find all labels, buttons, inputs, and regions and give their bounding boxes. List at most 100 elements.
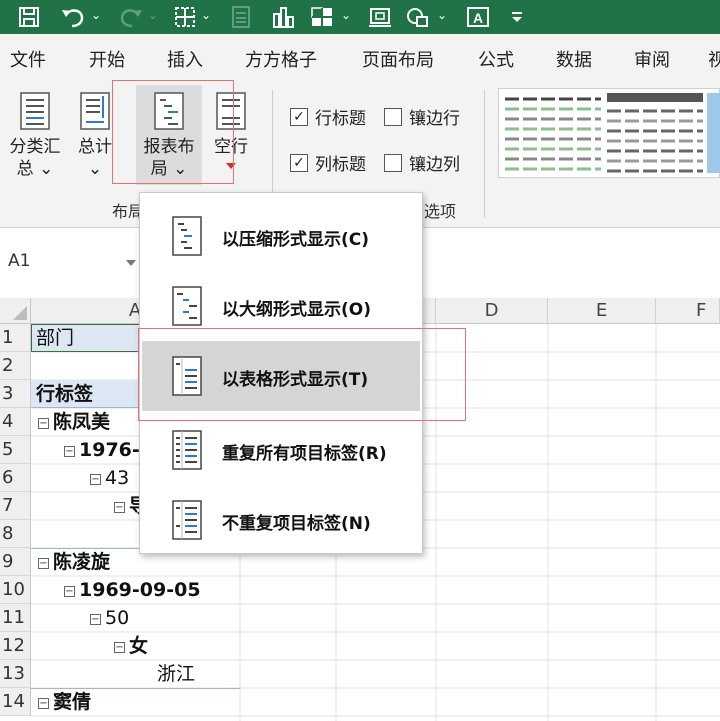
menu-item-repeat-labels[interactable]: 重复所有项目标签(R) — [142, 415, 420, 485]
row-headers-label: 行标题 — [315, 109, 366, 129]
row-header-5[interactable]: 5 — [0, 436, 31, 464]
banded-rows-checkbox[interactable]: 镶边行 — [384, 104, 460, 129]
menu-item-label: 以大纲形式显示(O) — [222, 300, 371, 320]
cell-birthdate[interactable]: −1976- — [64, 436, 140, 464]
cell-employee-text: 陈凤美 — [53, 411, 111, 433]
menu-item-label: 不重复项目标签(N) — [222, 514, 371, 534]
row-headers-checkbox[interactable]: ✓ 行标题 — [290, 104, 366, 129]
name-box[interactable]: A1 — [0, 248, 140, 276]
row-header-13[interactable]: 13 — [0, 660, 31, 688]
cell-age-text: 43 — [105, 467, 130, 489]
row-10-label: 10 — [2, 579, 25, 600]
row-header-12[interactable]: 12 — [0, 632, 31, 660]
style-thumbnail[interactable] — [607, 93, 703, 173]
row-header-11[interactable]: 11 — [0, 604, 31, 632]
tab-home[interactable]: 开始 — [89, 46, 125, 72]
subtotals-button[interactable]: 分类汇 总 ⌄ — [4, 92, 66, 180]
cell-employee[interactable]: − 陈凤美 — [38, 408, 110, 436]
table-dropdown-icon[interactable]: ⌄ — [341, 8, 351, 22]
collapse-icon[interactable]: − — [90, 474, 101, 485]
borders-dropdown-icon[interactable]: ⌄ — [201, 8, 211, 22]
options-group-label: 选项 — [424, 202, 457, 221]
calculator-icon — [228, 4, 254, 30]
cell-birthdate[interactable]: −1969-09-05 — [64, 576, 201, 604]
cell-employee-text: 陈凌旋 — [53, 551, 111, 573]
row-header-4[interactable]: 4 — [0, 408, 31, 436]
style-thumbnail[interactable] — [505, 93, 601, 173]
customize-toolbar-icon[interactable] — [506, 4, 528, 30]
menu-item-compact-form[interactable]: 以压缩形式显示(C) — [142, 201, 420, 271]
row-header-3[interactable]: 3 — [0, 380, 31, 408]
collapse-icon[interactable]: − — [64, 586, 75, 597]
column-headers-checkbox[interactable]: ✓ 列标题 — [290, 150, 366, 175]
cell-birthdate-text: 1969-09-05 — [79, 579, 201, 601]
row-header-8[interactable]: 8 — [0, 520, 31, 548]
cell-age[interactable]: −50 — [90, 604, 129, 632]
row-8-label: 8 — [2, 523, 14, 544]
row-3-label: 3 — [2, 383, 14, 404]
screenshot-icon[interactable] — [366, 4, 394, 30]
row-header-2[interactable]: 2 — [0, 352, 31, 380]
tab-data[interactable]: 数据 — [556, 46, 592, 72]
column-headers-check-icon: ✓ — [290, 153, 308, 172]
column-headers-label: 列标题 — [315, 155, 366, 175]
row-header-14[interactable]: 14 — [0, 688, 31, 716]
save-icon[interactable] — [16, 4, 42, 30]
collapse-icon[interactable]: − — [114, 642, 125, 653]
undo-dropdown-icon[interactable]: ⌄ — [91, 8, 101, 22]
cell-department[interactable]: 部门 — [36, 324, 74, 352]
row-header-10[interactable]: 10 — [0, 576, 31, 604]
annotation-highlight-report-layout — [112, 80, 234, 184]
pivot-styles-gallery — [498, 88, 720, 178]
row-header-7[interactable]: 7 — [0, 492, 31, 520]
row-9-label: 9 — [2, 551, 14, 572]
name-box-dropdown-icon[interactable] — [125, 259, 137, 267]
row-12-label: 12 — [2, 635, 25, 656]
collapse-icon[interactable]: − — [114, 502, 125, 513]
menu-item-label: 以压缩形式显示(C) — [222, 230, 370, 250]
tab-fangfang-grid[interactable]: 方方格子 — [245, 46, 317, 72]
subtotals-label-1: 分类汇 — [9, 137, 61, 157]
banded-rows-box — [384, 107, 402, 126]
tab-formulas[interactable]: 公式 — [478, 46, 514, 72]
formula-input[interactable] — [424, 250, 720, 276]
tab-review[interactable]: 审阅 — [634, 46, 670, 72]
tab-insert[interactable]: 插入 — [167, 46, 203, 72]
undo-icon[interactable] — [58, 4, 88, 30]
text-box-icon[interactable]: A — [464, 4, 492, 30]
row-14-label: 14 — [2, 691, 25, 712]
tab-view[interactable]: 视 — [708, 46, 720, 72]
name-box-value: A1 — [8, 251, 31, 271]
compact-form-icon — [172, 216, 202, 256]
chart-icon[interactable] — [270, 4, 298, 30]
row-header-1[interactable]: 1 — [0, 324, 31, 352]
cell-gender[interactable]: − 女 — [114, 632, 148, 660]
row-2-label: 2 — [2, 355, 14, 376]
tab-page-layout[interactable]: 页面布局 — [362, 46, 434, 72]
cell-province[interactable]: 浙江 — [157, 660, 195, 688]
menu-item-no-repeat-labels[interactable]: 不重复项目标签(N) — [142, 485, 420, 555]
tab-file[interactable]: 文件 — [10, 46, 46, 72]
cell-employee[interactable]: − 窦倩 — [38, 688, 91, 716]
style-thumbnail-partial[interactable] — [707, 93, 720, 173]
cell-age-text: 50 — [105, 607, 130, 629]
collapse-icon[interactable]: − — [38, 558, 49, 569]
shapes-icon[interactable] — [404, 4, 432, 30]
cell-employee[interactable]: − 陈凌旋 — [38, 548, 110, 576]
collapse-icon[interactable]: − — [90, 614, 101, 625]
group-divider — [484, 90, 485, 218]
table-icon[interactable] — [308, 4, 336, 30]
borders-icon[interactable] — [172, 4, 198, 30]
collapse-icon[interactable]: − — [38, 418, 49, 429]
row-header-9[interactable]: 9 — [0, 548, 31, 576]
repeat-labels-icon — [172, 430, 202, 470]
banded-columns-checkbox[interactable]: 镶边列 — [384, 150, 460, 175]
cell-age[interactable]: −43 — [90, 464, 129, 492]
row-header-6[interactable]: 6 — [0, 464, 31, 492]
shapes-dropdown-icon[interactable]: ⌄ — [437, 8, 447, 22]
collapse-icon[interactable]: − — [38, 698, 49, 709]
row-4-label: 4 — [2, 411, 14, 432]
collapse-icon[interactable]: − — [64, 446, 75, 457]
cell-row-labels[interactable]: 行标签 — [36, 380, 93, 408]
menu-item-label: 重复所有项目标签(R) — [222, 444, 387, 464]
